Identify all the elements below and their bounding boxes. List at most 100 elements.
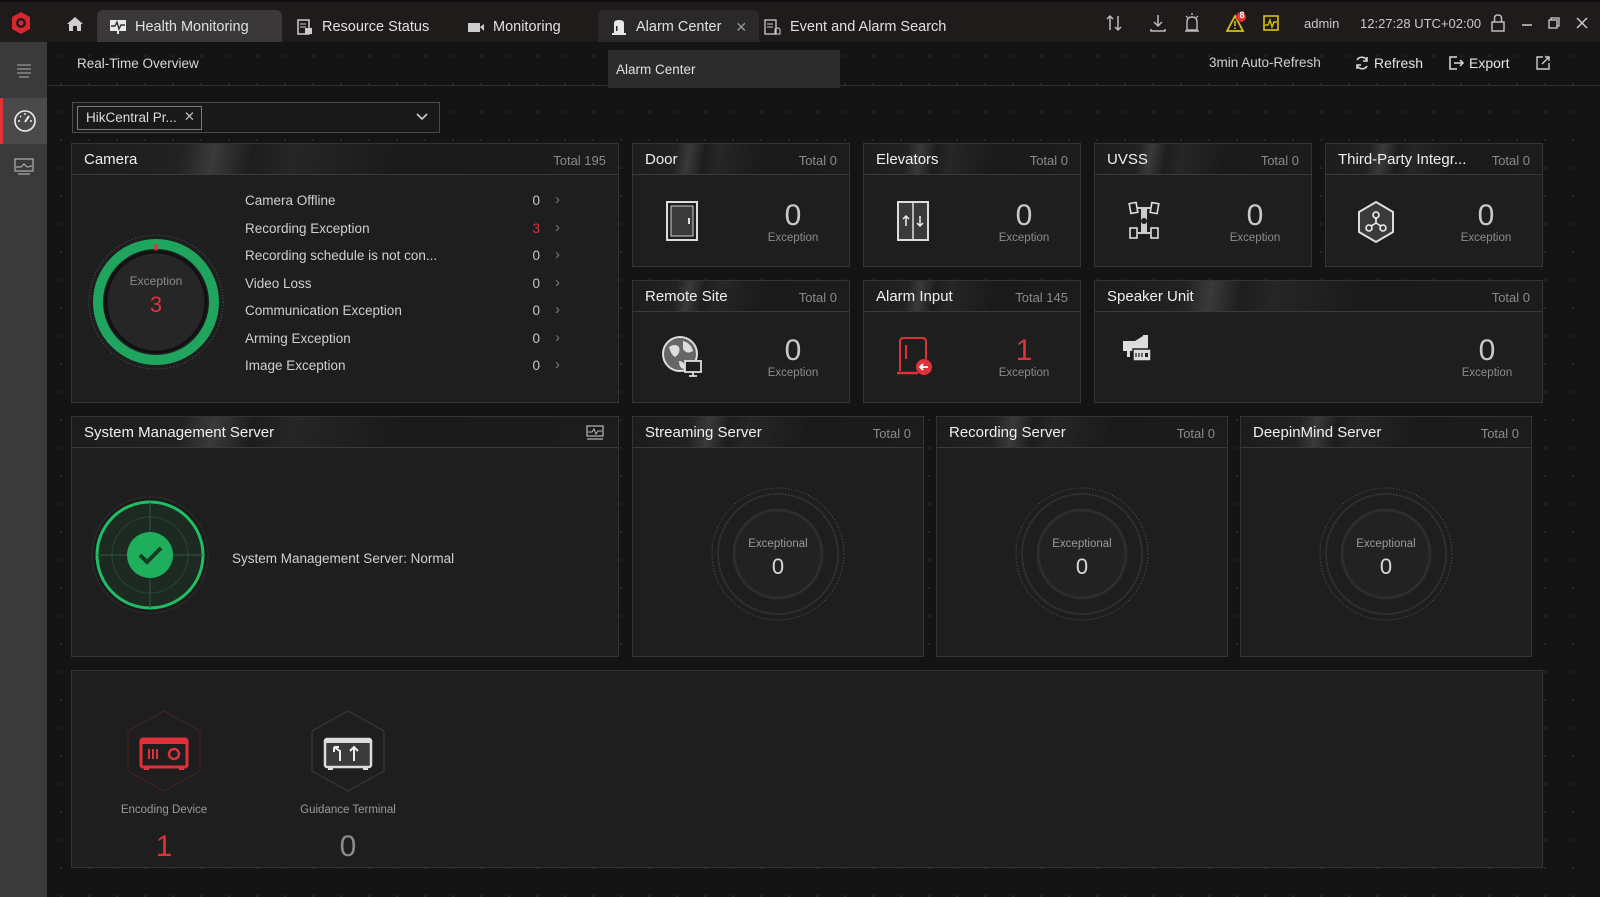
tab-health-monitoring[interactable]: Health Monitoring [97, 10, 282, 44]
count-label: Exception [1461, 367, 1513, 379]
menu-toggle[interactable] [0, 48, 47, 94]
panel-title: Alarm Input [876, 288, 953, 305]
list-item-video-loss[interactable]: Video Loss 0 › [245, 272, 590, 300]
exception-count: 0 Exception [1446, 200, 1526, 245]
exception-count: 0 Exception [753, 200, 833, 245]
sidebar-item-history[interactable] [0, 144, 47, 190]
item-label: Communication Exception [245, 303, 402, 318]
sidebar-item-overview[interactable] [0, 98, 47, 144]
open-external-icon[interactable] [1535, 55, 1551, 71]
panel-header: Door Total 0 [633, 144, 849, 175]
auto-refresh-dropdown[interactable]: 3min Auto-Refresh [1209, 55, 1321, 70]
ring-label: Exceptional [1052, 538, 1112, 550]
tab-label: Health Monitoring [135, 19, 249, 35]
home-icon[interactable] [66, 15, 84, 33]
list-item-communication-exception[interactable]: Communication Exception 0 › [245, 299, 590, 327]
download-icon[interactable] [1149, 12, 1167, 34]
uvss-panel[interactable]: UVSS Total 0 0 Exception [1094, 143, 1312, 267]
alarm-input-panel[interactable]: Alarm Input Total 145 1 Exception [863, 280, 1081, 403]
item-label: Image Exception [245, 358, 346, 373]
guidance-terminal-icon [311, 710, 385, 792]
panel-total: Total 0 [1491, 153, 1530, 168]
app-logo-icon [12, 12, 30, 34]
site-selector[interactable]: HikCentral Pr... ✕ [72, 102, 440, 133]
close-tab-icon[interactable]: ✕ [735, 19, 747, 36]
chevron-down-icon [416, 113, 428, 121]
panel-title: Elevators [876, 151, 939, 168]
count-value: 0 [1478, 334, 1496, 367]
chevron-right-icon: › [555, 191, 560, 208]
left-sidebar [0, 42, 47, 897]
remove-chip-icon[interactable]: ✕ [184, 109, 195, 125]
device-name: Guidance Terminal [300, 804, 396, 816]
panel-title: DeepinMind Server [1253, 424, 1382, 441]
alarm-bell-icon[interactable] [1183, 12, 1201, 34]
tab-event-alarm-search[interactable]: Event and Alarm Search [752, 10, 958, 44]
streaming-server-panel[interactable]: Streaming Server Total 0 Exceptional 0 [632, 416, 924, 657]
remote-site-panel[interactable]: Remote Site Total 0 0 Exception [632, 280, 850, 403]
tab-label: Alarm Center [636, 19, 722, 35]
event-search-icon [764, 19, 781, 35]
tab-label: Monitoring [493, 19, 561, 35]
refresh-button[interactable]: Refresh [1354, 55, 1423, 71]
panel-header: Third-Party Integr... Total 0 [1326, 144, 1542, 175]
performance-monitor-icon[interactable] [1262, 12, 1280, 34]
globe-monitor-icon [662, 336, 702, 377]
panel-header: Recording Server Total 0 [937, 417, 1227, 448]
performance-chart-icon[interactable] [586, 425, 604, 441]
selected-site-chip: HikCentral Pr... ✕ [77, 106, 202, 130]
tab-resource-status[interactable]: Resource Status [284, 10, 441, 44]
camera-exception-list: Camera Offline 0 › Recording Exception 3 › R… [245, 189, 590, 382]
panel-total: Total 0 [1260, 153, 1299, 168]
export-icon [1449, 56, 1465, 70]
count-label: Exception [998, 232, 1050, 244]
item-value: 0 [532, 248, 540, 263]
ring-label: Exceptional [748, 538, 808, 550]
minimize-icon[interactable] [1520, 12, 1534, 34]
item-value: 0 [532, 275, 540, 291]
alarm-input-icon [897, 337, 932, 375]
tab-label: Event and Alarm Search [790, 19, 947, 35]
count-value: 0 [784, 334, 802, 367]
speaker-unit-panel[interactable]: Speaker Unit Total 0 0 Exception [1094, 280, 1543, 403]
integration-hub-icon [1358, 200, 1394, 244]
panel-title: Remote Site [645, 288, 728, 305]
tab-tooltip: Alarm Center [608, 50, 840, 88]
item-label: Video Loss [245, 275, 312, 291]
exception-count: 0 Exception [1447, 334, 1527, 380]
list-item-recording-exception[interactable]: Recording Exception 3 › [245, 217, 590, 245]
username[interactable]: admin [1304, 16, 1339, 31]
resource-status-icon [297, 19, 312, 35]
elevators-panel[interactable]: Elevators Total 0 0 Exception [863, 143, 1081, 267]
panel-title: Recording Server [949, 424, 1066, 441]
device-guidance-terminal[interactable]: Guidance Terminal 0 [288, 709, 408, 864]
server-status-text: System Management Server: Normal [232, 551, 455, 566]
exceptional-ring: Exceptional 0 [710, 486, 846, 622]
lock-icon[interactable] [1490, 12, 1506, 34]
deepinmind-server-panel[interactable]: DeepinMind Server Total 0 Exceptional 0 [1240, 416, 1532, 657]
list-item-recording-schedule[interactable]: Recording schedule is not con... 0 › [245, 244, 590, 272]
alert-count-badge: 8 [1239, 10, 1245, 20]
door-panel[interactable]: Door Total 0 0 Exception [632, 143, 850, 267]
list-item-camera-offline[interactable]: Camera Offline 0 › [245, 189, 590, 217]
tab-monitoring[interactable]: Monitoring [455, 10, 573, 44]
restore-icon[interactable] [1547, 12, 1561, 34]
chevron-right-icon: › [555, 356, 560, 373]
list-item-image-exception[interactable]: Image Exception 0 › [245, 354, 590, 382]
device-encoding-device[interactable]: Encoding Device 1 [104, 709, 224, 864]
close-window-icon[interactable] [1575, 12, 1589, 34]
transfer-icon[interactable] [1105, 12, 1123, 34]
export-button[interactable]: Export [1448, 55, 1509, 71]
recording-server-panel[interactable]: Recording Server Total 0 Exceptional 0 [936, 416, 1228, 657]
exception-count: 0 Exception [1215, 200, 1295, 245]
device-count: 1 [155, 830, 173, 863]
ring-value: 3 [149, 292, 163, 317]
item-label: Arming Exception [245, 330, 351, 346]
panel-header: UVSS Total 0 [1095, 144, 1311, 175]
speaker-unit-icon [1123, 335, 1152, 362]
third-party-panel[interactable]: Third-Party Integr... Total 0 0 Exception [1325, 143, 1543, 267]
panel-header: Remote Site Total 0 [633, 281, 849, 312]
tab-alarm-center[interactable]: Alarm Center ✕ [598, 10, 760, 44]
list-item-arming-exception[interactable]: Arming Exception 0 › [245, 327, 590, 355]
count-label: Exception [767, 232, 819, 244]
